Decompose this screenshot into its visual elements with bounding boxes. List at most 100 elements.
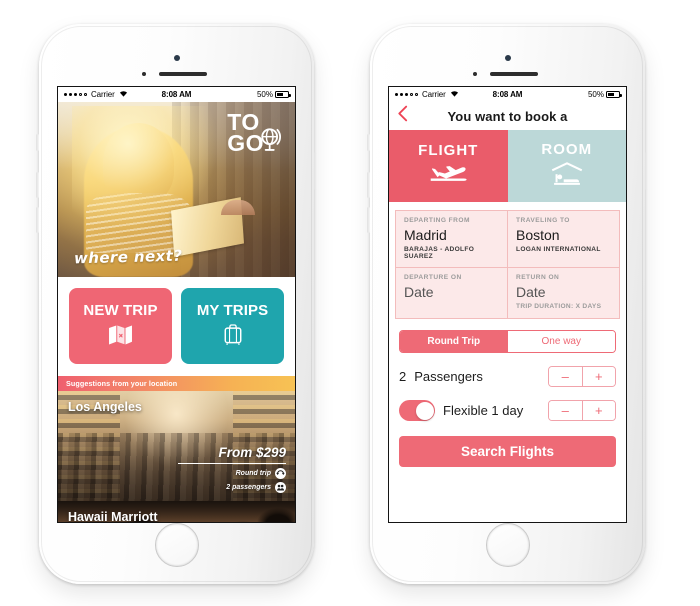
tab-flight[interactable]: FLIGHT (389, 130, 508, 202)
departing-from-value: Madrid (404, 227, 447, 243)
globe-icon (257, 124, 286, 153)
passengers-row: 2 Passengers – + (399, 366, 616, 387)
departing-from-airport: BARAJAS - ADOLFO SUAREZ (404, 246, 475, 260)
flexible-toggle[interactable] (399, 400, 435, 421)
cta-row: NEW TRIP MY TRIPS (58, 277, 295, 376)
flexible-label: Flexible 1 day (443, 403, 524, 418)
volume-down-button[interactable] (367, 207, 370, 233)
destination-card-hawaii-marriott[interactable]: Hawaii Marriott From $89 Single room (58, 501, 295, 523)
destination-card-los-angeles[interactable]: Los Angeles From $299 Round trip 2 passe… (58, 391, 295, 501)
round-trip-label: Round trip (235, 470, 271, 477)
passengers-decrement-button[interactable]: – (549, 367, 582, 386)
destination-name: Los Angeles (68, 400, 142, 414)
proximity-sensor-icon (141, 72, 146, 76)
volume-up-button[interactable] (36, 172, 39, 198)
passengers-label: 2 passengers (226, 484, 271, 491)
chevron-left-icon[interactable] (397, 105, 408, 127)
status-bar-right: 50% (587, 90, 622, 99)
silent-switch[interactable] (36, 134, 39, 151)
flexible-row: Flexible 1 day – + (399, 400, 616, 421)
trip-type-segmented-control: Round Trip One way (399, 330, 616, 353)
traveling-to-value: Boston (516, 227, 560, 243)
airplane-icon (428, 163, 468, 190)
new-trip-button[interactable]: NEW TRIP (69, 288, 172, 364)
volume-down-button[interactable] (36, 207, 39, 233)
departing-from-label: DEPARTING FROM (404, 217, 470, 224)
flexible-decrement-button[interactable]: – (549, 401, 582, 420)
section-gap (389, 202, 626, 210)
screen-left: Carrier 8:08 AM 50% TO GO where next? NE… (57, 86, 296, 523)
my-trips-button[interactable]: MY TRIPS (181, 288, 284, 364)
traveling-to-airport: LOGAN INTERNATIONAL (516, 246, 601, 253)
battery-icon (275, 91, 291, 98)
front-camera-icon (173, 55, 180, 61)
hero-tagline: where next? (73, 246, 183, 268)
destination-name: Hawaii Marriott (68, 510, 158, 523)
bed-icon (550, 162, 584, 191)
toggle-knob (415, 401, 434, 420)
departure-date-field[interactable]: DEPARTURE ON Date (395, 268, 508, 319)
tab-room-label: ROOM (541, 141, 593, 158)
destination-meta-passengers: 2 passengers (178, 482, 286, 493)
new-trip-label: NEW TRIP (83, 301, 158, 319)
status-bar: Carrier 8:08 AM 50% (58, 87, 295, 102)
home-button[interactable] (154, 523, 199, 567)
return-date-value: Date (516, 284, 546, 300)
earpiece-speaker (158, 72, 207, 76)
earpiece-speaker (489, 72, 538, 76)
app-logo: TO GO (227, 110, 286, 155)
segment-one-way[interactable]: One way (507, 331, 615, 352)
map-icon (108, 324, 133, 351)
tab-room[interactable]: ROOM (507, 130, 626, 202)
flexible-stepper: – + (548, 400, 616, 421)
return-date-field[interactable]: RETURN ON Date TRIP DURATION: X DAYS (508, 268, 620, 319)
passengers-label: Passengers (414, 369, 483, 384)
field-row-locations: DEPARTING FROM Madrid BARAJAS - ADOLFO S… (395, 210, 620, 268)
destination-price: From $299 (178, 445, 286, 464)
traveling-to-label: TRAVELING TO (516, 217, 570, 224)
battery-percent-label: 50% (256, 90, 273, 99)
suitcase-icon (223, 323, 243, 351)
front-camera-icon (504, 55, 511, 61)
flexible-increment-button[interactable]: + (581, 401, 615, 420)
hero-banner: TO GO where next? (58, 102, 295, 277)
booking-controls: Round Trip One way 2 Passengers – + Flex… (389, 319, 626, 421)
my-trips-label: MY TRIPS (196, 301, 269, 319)
volume-up-button[interactable] (367, 172, 370, 198)
suggestions-label: Suggestions from your location (66, 379, 178, 388)
battery-percent-label: 50% (587, 90, 604, 99)
search-form-fields: DEPARTING FROM Madrid BARAJAS - ADOLFO S… (389, 210, 626, 319)
trip-duration-label: TRIP DURATION: X DAYS (516, 303, 602, 310)
suggestions-bar: Suggestions from your location (58, 376, 295, 391)
passengers-increment-button[interactable]: + (581, 367, 615, 386)
destination-meta-round-trip: Round trip (178, 468, 286, 479)
passengers-icon (275, 482, 286, 493)
tab-flight-label: FLIGHT (418, 142, 479, 159)
departure-date-value: Date (404, 284, 434, 300)
segment-round-trip[interactable]: Round Trip (400, 331, 508, 352)
hawaii-palm-4 (257, 507, 295, 522)
phone-left: Carrier 8:08 AM 50% TO GO where next? NE… (36, 24, 317, 584)
traveling-to-field[interactable]: TRAVELING TO Boston LOGAN INTERNATIONAL (508, 210, 620, 268)
power-button[interactable] (314, 152, 317, 190)
home-button[interactable] (485, 523, 530, 567)
power-button[interactable] (645, 152, 648, 190)
departure-on-label: DEPARTURE ON (404, 274, 462, 281)
round-trip-icon (275, 468, 286, 479)
silent-switch[interactable] (367, 134, 370, 151)
phone-right: Carrier 8:08 AM 50% You want to book a F… (367, 24, 648, 584)
passengers-count: 2 (399, 369, 407, 384)
battery-icon (606, 91, 622, 98)
status-bar: Carrier 8:08 AM 50% (389, 87, 626, 102)
page-title: You want to book a (447, 108, 568, 124)
passengers-stepper: – + (548, 366, 616, 387)
departing-from-field[interactable]: DEPARTING FROM Madrid BARAJAS - ADOLFO S… (395, 210, 508, 268)
hero-person-hair (103, 123, 175, 204)
status-bar-right: 50% (256, 90, 291, 99)
navigation-bar: You want to book a (389, 102, 626, 130)
booking-type-tabs: FLIGHT ROOM (389, 130, 626, 202)
proximity-sensor-icon (472, 72, 477, 76)
screen-right: Carrier 8:08 AM 50% You want to book a F… (388, 86, 627, 523)
search-flights-button[interactable]: Search Flights (399, 436, 616, 467)
return-on-label: RETURN ON (516, 274, 560, 281)
